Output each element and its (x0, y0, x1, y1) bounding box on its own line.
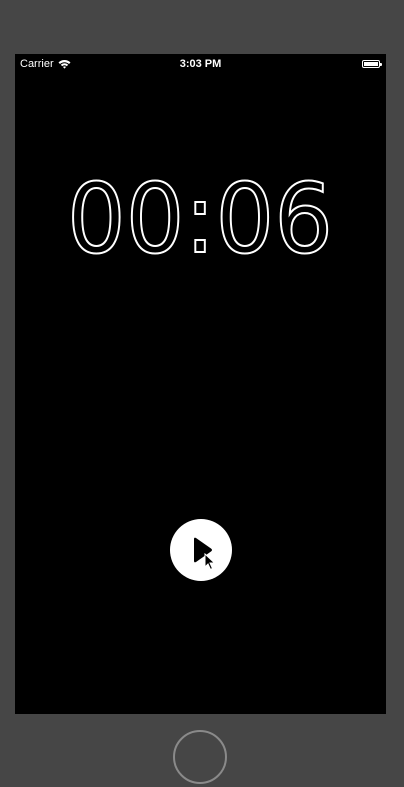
screen: Carrier 3:03 PM 00:06 (15, 54, 386, 714)
battery-level-fill (364, 62, 378, 66)
battery-icon (362, 60, 382, 68)
timer-display-container: 00:06 (15, 164, 386, 274)
play-icon (194, 537, 212, 563)
home-button[interactable] (173, 730, 227, 784)
timer-display: 00:06 (67, 164, 333, 274)
play-button[interactable] (170, 519, 232, 581)
status-bar: Carrier 3:03 PM (15, 54, 386, 74)
timer-display-svg: 00:06 (66, 164, 334, 274)
device-frame: Carrier 3:03 PM 00:06 (0, 0, 404, 787)
status-time: 3:03 PM (179, 58, 222, 70)
